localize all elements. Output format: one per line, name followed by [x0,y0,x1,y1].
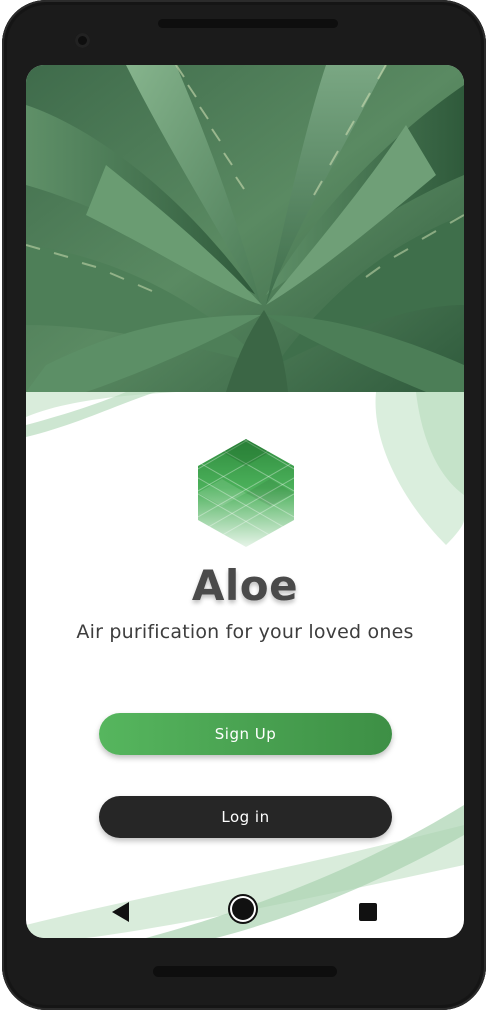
aloe-plant-illustration [26,65,464,392]
hexagon-logo-icon [198,439,294,547]
app-screen: Aloe Air purification for your loved one… [26,65,464,938]
log-in-button[interactable]: Log in [99,796,392,838]
system-navigation-bar [26,891,464,938]
earpiece-speaker [158,19,338,28]
sign-up-button[interactable]: Sign Up [99,713,392,755]
back-triangle-icon[interactable] [112,902,129,922]
app-tagline: Air purification for your loved ones [76,621,414,643]
recents-square-icon[interactable] [359,903,377,921]
app-title: Aloe [191,561,299,610]
hero-aloe-image [26,65,464,392]
phone-frame: Aloe Air purification for your loved one… [2,0,486,1010]
bottom-speaker [153,966,337,977]
home-circle-icon[interactable] [232,898,254,920]
front-camera [75,33,90,48]
